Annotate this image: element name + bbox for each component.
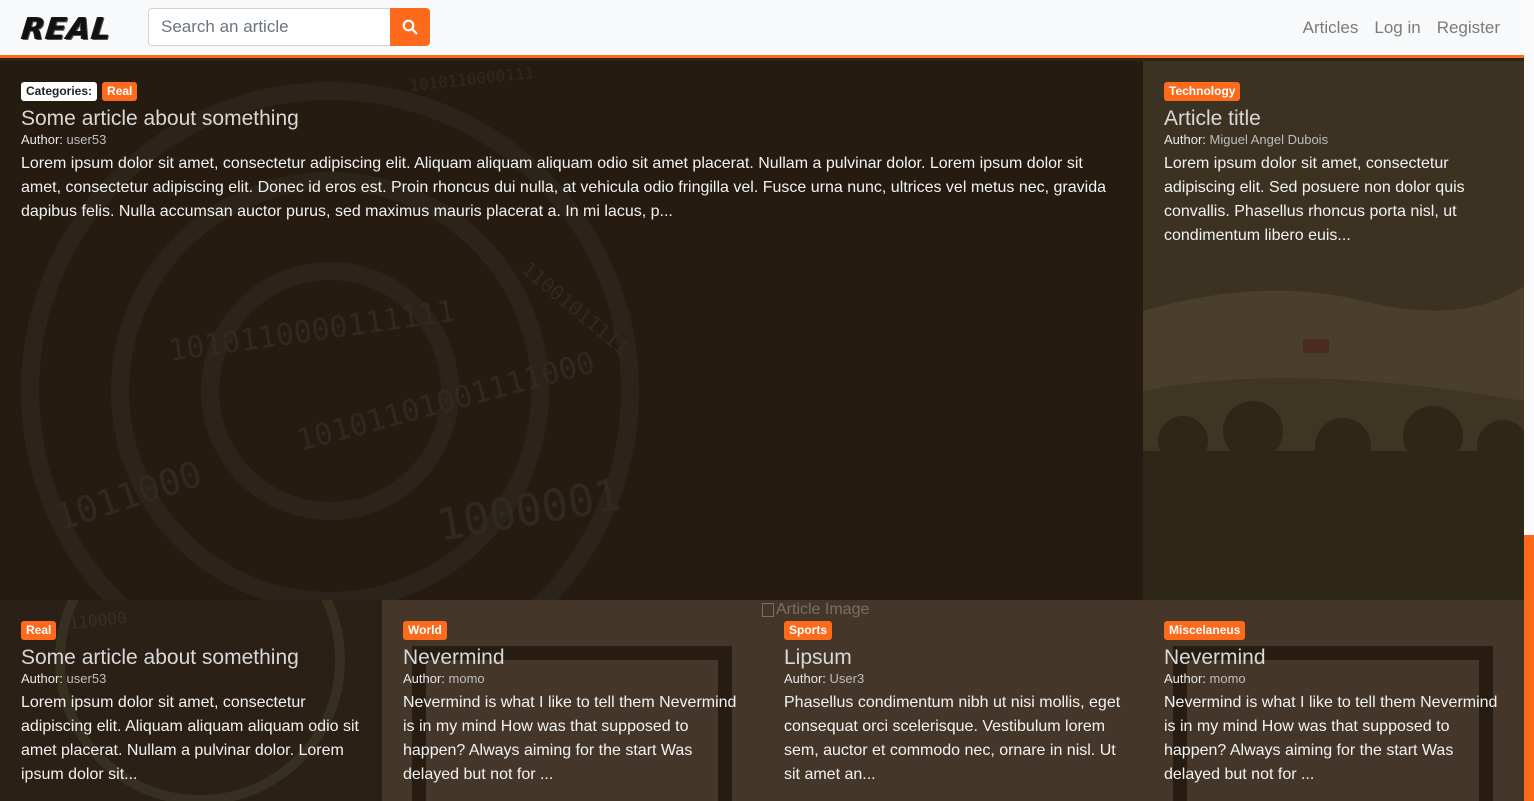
article-title[interactable]: Nevermind	[403, 645, 743, 670]
article-excerpt: Lorem ipsum dolor sit amet, consectetur …	[21, 694, 359, 783]
article-title[interactable]: Nevermind	[1164, 645, 1504, 670]
author-name[interactable]: user53	[67, 671, 107, 686]
author-name[interactable]: momo	[1210, 671, 1246, 686]
category-badge[interactable]: World	[403, 621, 447, 640]
author-line: Author: momo	[1164, 671, 1504, 687]
nav-link-articles[interactable]: Articles	[1303, 18, 1359, 38]
article-card-technology[interactable]: Technology Article title Author: Miguel …	[1143, 61, 1524, 600]
article-title[interactable]: Lipsum	[784, 645, 1123, 670]
article-excerpt: Phasellus condimentum nibh ut nisi molli…	[784, 694, 1121, 783]
category-badge[interactable]: Technology	[1164, 82, 1241, 101]
article-excerpt: Nevermind is what I like to tell them Ne…	[403, 694, 737, 783]
article-excerpt: Lorem ipsum dolor sit amet, consectetur …	[1164, 155, 1465, 244]
author-line: Author: Miguel Angel Dubois	[1164, 132, 1504, 148]
article-excerpt: Lorem ipsum dolor sit amet, consectetur …	[21, 155, 1106, 220]
categories-label: Categories:	[21, 82, 98, 101]
nav-link-login[interactable]: Log in	[1374, 18, 1420, 38]
nav-links: Articles Log in Register	[1303, 18, 1500, 38]
category-badge[interactable]: Sports	[784, 621, 833, 640]
nav-link-register[interactable]: Register	[1437, 18, 1500, 38]
author-label: Author:	[1164, 671, 1206, 686]
search-input[interactable]	[148, 8, 390, 46]
category-badge[interactable]: Real	[21, 621, 57, 640]
article-card-real[interactable]: 0110000 Real Some article about somethin…	[0, 600, 382, 801]
broken-image-icon	[762, 603, 774, 617]
search-button[interactable]	[390, 8, 430, 46]
author-line: Author: User3	[784, 671, 1123, 687]
author-line: Author: user53	[21, 132, 1123, 148]
author-label: Author:	[1164, 132, 1206, 147]
author-label: Author:	[403, 671, 445, 686]
article-title[interactable]: Article title	[1164, 106, 1504, 131]
author-line: Author: user53	[21, 671, 362, 687]
category-badge[interactable]: Miscelaneus	[1164, 621, 1246, 640]
broken-article-image: Article Image	[762, 601, 869, 619]
broken-image-alt: Article Image	[776, 601, 870, 618]
article-card-sports[interactable]: Sports Lipsum Author: User3 Phasellus co…	[763, 600, 1143, 801]
article-title[interactable]: Some article about something	[21, 106, 1123, 131]
navbar: REAL Articles Log in Register	[0, 0, 1534, 58]
article-excerpt: Nevermind is what I like to tell them Ne…	[1164, 694, 1498, 783]
search-icon	[402, 19, 418, 35]
author-line: Author: momo	[403, 671, 743, 687]
author-name[interactable]: momo	[449, 671, 485, 686]
article-title[interactable]: Some article about something	[21, 645, 362, 670]
site-logo[interactable]: REAL	[20, 12, 120, 47]
author-label: Author:	[21, 671, 63, 686]
article-card-featured[interactable]: 1010110000111111 10101101001111000 10000…	[0, 61, 1143, 600]
scrollbar-thumb[interactable]	[1524, 535, 1534, 801]
author-name[interactable]: User3	[830, 671, 865, 686]
author-label: Author:	[21, 132, 63, 147]
category-badge[interactable]: Real	[102, 82, 138, 101]
author-label: Author:	[784, 671, 826, 686]
article-card-world[interactable]: World Nevermind Author: momo Nevermind i…	[382, 600, 763, 801]
article-card-miscelaneus[interactable]: Miscelaneus Nevermind Author: momo Never…	[1143, 600, 1524, 801]
author-name[interactable]: Miguel Angel Dubois	[1210, 132, 1329, 147]
author-name[interactable]: user53	[67, 132, 107, 147]
